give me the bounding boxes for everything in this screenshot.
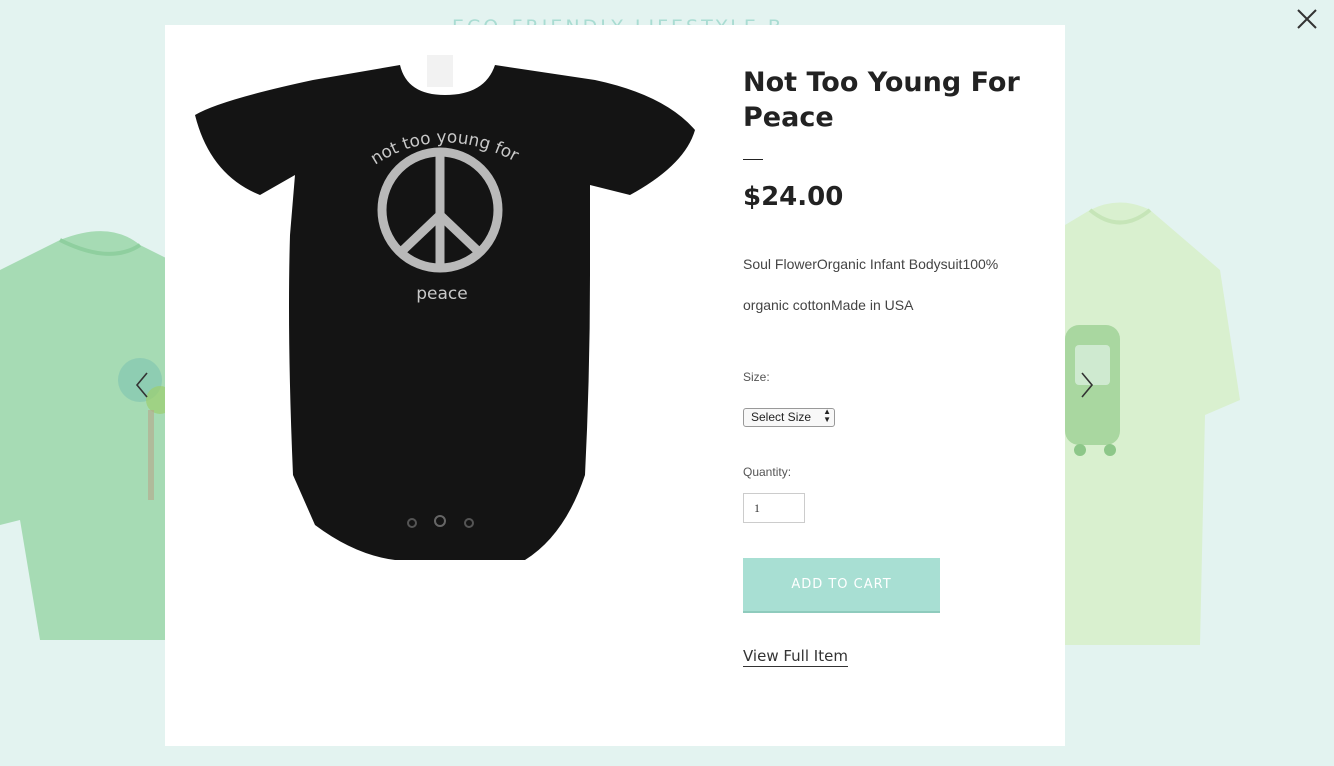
add-to-cart-button[interactable]: ADD TO CART: [743, 558, 940, 611]
chevron-left-icon: [135, 372, 148, 398]
chevron-right-icon: [1081, 372, 1094, 398]
product-description: Soul FlowerOrganic Infant Bodysuit100% o…: [743, 256, 999, 313]
select-arrows-icon: ▲ ▼: [823, 407, 831, 424]
quantity-input[interactable]: [743, 493, 805, 523]
size-select[interactable]: Select Size ▲ ▼: [743, 408, 835, 427]
size-label: Size:: [743, 370, 770, 384]
close-icon: [1297, 9, 1317, 29]
quick-view-modal: not too young for peace Not Too Young Fo…: [165, 25, 1065, 746]
close-button[interactable]: [1293, 5, 1321, 33]
title-divider: [743, 159, 763, 160]
quantity-label: Quantity:: [743, 465, 792, 479]
size-select-value: Select Size: [751, 410, 812, 424]
product-image[interactable]: not too young for peace: [195, 55, 695, 560]
background-product-right: [1040, 202, 1240, 645]
view-full-item-link[interactable]: View Full Item: [743, 647, 848, 667]
print-text-bottom: peace: [416, 284, 467, 304]
product-price: $24.00: [743, 182, 844, 212]
product-title: Not Too Young For Peace: [743, 67, 1020, 133]
next-product-button[interactable]: [1077, 370, 1097, 400]
product-info: Not Too Young For Peace $24.00 Soul Flow…: [743, 65, 1033, 667]
previous-product-button[interactable]: [132, 370, 152, 400]
